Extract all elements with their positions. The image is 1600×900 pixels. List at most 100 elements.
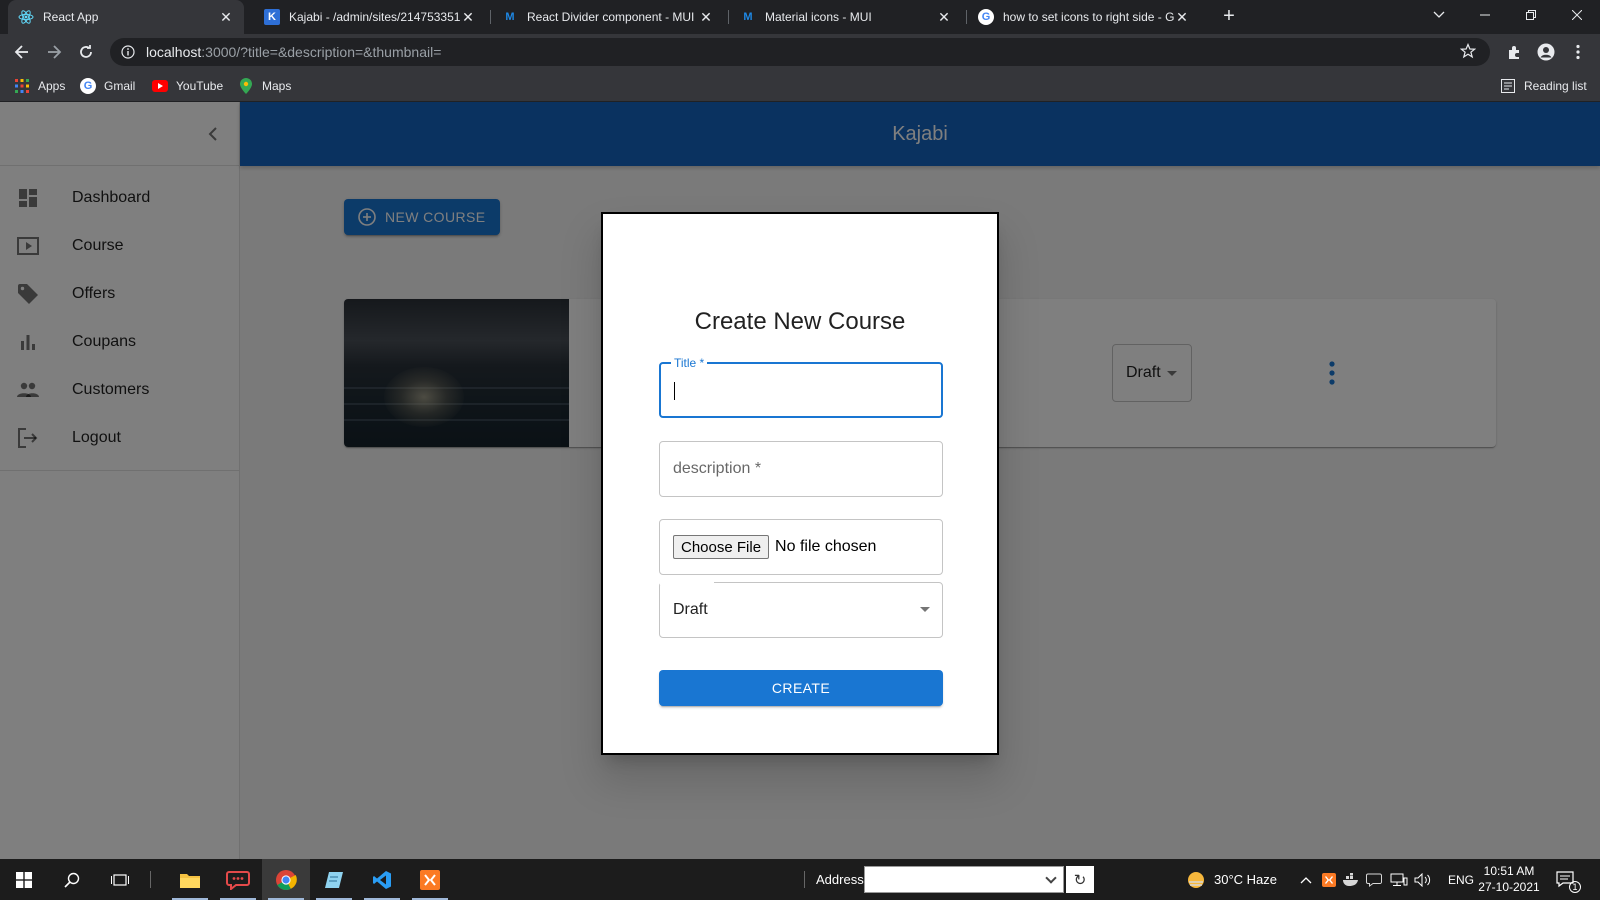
- bookmarks-bar: Apps G Gmail YouTube Maps Reading list: [0, 70, 1600, 102]
- kajabi-icon: K: [264, 9, 280, 25]
- taskbar-separator: [150, 871, 151, 888]
- url-path: :3000/?title=&description=&thumbnail=: [201, 44, 442, 60]
- title-input[interactable]: Title *: [659, 356, 943, 418]
- minimize-icon[interactable]: [1462, 0, 1508, 30]
- bookmark-star-icon[interactable]: [1459, 42, 1477, 64]
- windows-taskbar: Address ↻ 30°C Haze ENG 10:51 AM 27-10-2…: [0, 859, 1600, 900]
- address-toolbar-label: Address: [816, 872, 864, 887]
- xampp-tray-icon[interactable]: [1322, 859, 1336, 900]
- arrow-drop-down-icon: [920, 607, 930, 612]
- address-bar[interactable]: localhost:3000/?title=&description=&thum…: [110, 38, 1490, 66]
- weather-text: 30°C Haze: [1214, 872, 1278, 887]
- file-explorer-icon[interactable]: [166, 859, 214, 900]
- browser-toolbar: localhost:3000/?title=&description=&thum…: [0, 34, 1600, 70]
- search-icon[interactable]: [48, 859, 96, 900]
- bookmark-label: Maps: [262, 79, 292, 93]
- tab-material-icons[interactable]: M Material icons - MUI ✕: [730, 0, 962, 34]
- reading-list-icon: [1500, 78, 1516, 94]
- url-host: localhost: [146, 44, 202, 60]
- tab-title: React Divider component - MUI: [527, 10, 695, 24]
- tab-google-search[interactable]: G how to set icons to right side - G ✕: [968, 0, 1200, 34]
- tab-mui-divider[interactable]: M React Divider component - MUI ✕: [492, 0, 724, 34]
- react-icon: [18, 9, 34, 25]
- site-info-icon[interactable]: [120, 44, 136, 60]
- profile-icon[interactable]: [1534, 40, 1558, 64]
- show-hidden-icons[interactable]: [1300, 859, 1312, 900]
- refresh-icon[interactable]: ↻: [1066, 866, 1094, 893]
- tab-title: how to set icons to right side - G: [1003, 10, 1174, 24]
- task-view-icon[interactable]: [96, 859, 144, 900]
- tab-kajabi[interactable]: K Kajabi - /admin/sites/214753351 ✕: [254, 0, 486, 34]
- mui-icon: M: [743, 11, 753, 23]
- youtube-icon: [152, 78, 168, 94]
- mui-icon: M: [505, 11, 515, 23]
- close-tab-icon[interactable]: ✕: [936, 9, 952, 26]
- close-tab-icon[interactable]: ✕: [218, 9, 234, 26]
- notepad-icon[interactable]: [310, 859, 358, 900]
- xampp-icon[interactable]: [406, 859, 454, 900]
- tab-separator: [966, 10, 967, 24]
- modal-title: Create New Course: [694, 308, 906, 335]
- windows-start-icon[interactable]: [0, 859, 48, 900]
- maps-pin-icon: [238, 78, 254, 94]
- outline-notch: [660, 581, 714, 585]
- taskbar-address-input[interactable]: [864, 866, 1064, 893]
- status-select[interactable]: Draft: [659, 581, 943, 638]
- notification-count-badge: 1: [1569, 881, 1581, 893]
- tab-search-chevron-icon[interactable]: [1416, 0, 1462, 30]
- text-cursor: [674, 382, 675, 400]
- chrome-icon[interactable]: [262, 859, 310, 900]
- chat-app-icon[interactable]: [214, 859, 262, 900]
- tab-title: Material icons - MUI: [765, 10, 872, 24]
- clock-time: 10:51 AM: [1483, 864, 1535, 878]
- description-placeholder: description *: [673, 460, 762, 477]
- network-icon[interactable]: [1390, 859, 1408, 900]
- new-tab-icon[interactable]: +: [1218, 6, 1240, 28]
- description-input[interactable]: description *: [659, 441, 943, 497]
- browser-menu-icon[interactable]: [1566, 40, 1590, 64]
- create-button[interactable]: CREATE: [659, 670, 943, 706]
- extensions-icon[interactable]: [1502, 40, 1526, 64]
- close-tab-icon[interactable]: ✕: [698, 9, 714, 26]
- google-icon: G: [978, 9, 994, 25]
- chat-tray-icon[interactable]: [1366, 859, 1382, 900]
- bookmark-gmail[interactable]: G Gmail: [80, 77, 135, 95]
- page-viewport: Dashboard Course Offers Coupans: [0, 102, 1600, 859]
- google-icon: G: [80, 78, 96, 94]
- tab-react-app[interactable]: React App ✕: [8, 0, 244, 34]
- choose-file-button[interactable]: Choose File: [673, 535, 770, 559]
- close-tab-icon[interactable]: ✕: [1174, 9, 1190, 26]
- volume-icon[interactable]: [1414, 859, 1432, 900]
- back-icon[interactable]: [10, 40, 34, 64]
- reading-list-button[interactable]: Reading list: [1500, 77, 1587, 95]
- docker-tray-icon[interactable]: [1342, 859, 1360, 900]
- reload-icon[interactable]: [74, 40, 98, 64]
- weather-widget[interactable]: 30°C Haze: [1186, 859, 1277, 900]
- thumbnail-file-input[interactable]: thumbnail Choose File No file chosen: [659, 519, 943, 575]
- tab-title: React App: [43, 10, 99, 24]
- file-status-text: No file chosen: [775, 538, 877, 555]
- chevron-up-icon: [1300, 876, 1312, 883]
- restore-icon[interactable]: [1508, 0, 1554, 30]
- close-tab-icon[interactable]: ✕: [460, 9, 476, 26]
- apps-grid-icon: [14, 78, 30, 94]
- bookmark-apps[interactable]: Apps: [14, 77, 65, 95]
- bookmark-label: Gmail: [104, 79, 136, 93]
- system-clock[interactable]: 10:51 AM 27-10-2021: [1474, 863, 1544, 895]
- chevron-down-icon[interactable]: [1045, 872, 1057, 884]
- clock-date: 27-10-2021: [1478, 880, 1540, 894]
- reading-list-label: Reading list: [1524, 79, 1587, 93]
- browser-tab-strip: React App ✕ K Kajabi - /admin/sites/2147…: [0, 0, 1600, 34]
- taskbar-separator: [804, 871, 805, 888]
- bookmark-youtube[interactable]: YouTube: [152, 77, 223, 95]
- bookmark-label: YouTube: [176, 79, 224, 93]
- input-language[interactable]: ENG: [1448, 859, 1474, 900]
- file-chooser: Choose File No file chosen: [673, 535, 876, 559]
- forward-icon[interactable]: [42, 40, 66, 64]
- notifications-icon[interactable]: 1: [1556, 859, 1581, 900]
- vscode-icon[interactable]: [358, 859, 406, 900]
- tab-title: Kajabi - /admin/sites/214753351: [289, 10, 460, 24]
- close-window-icon[interactable]: [1554, 0, 1600, 30]
- bookmark-maps[interactable]: Maps: [238, 77, 291, 95]
- weather-haze-icon: [1188, 871, 1204, 888]
